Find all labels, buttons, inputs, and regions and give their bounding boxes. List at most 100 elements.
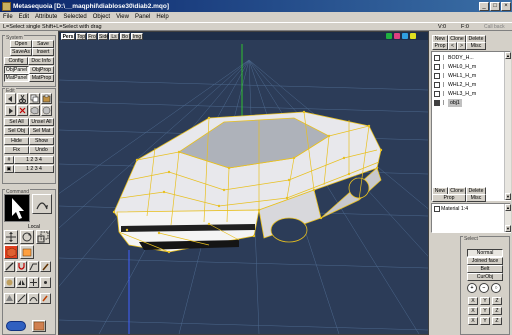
lock-icon[interactable]: | [441,73,446,79]
axis-x-toggle-2[interactable]: X [468,307,478,315]
callback-button[interactable]: Call back [484,24,505,30]
weld-tool-icon[interactable] [28,277,39,288]
obj-misc-button[interactable]: Misc [466,42,486,50]
bevel-tool-icon[interactable] [28,261,39,272]
fit-nav-icon[interactable] [410,33,416,39]
lock-icon[interactable]: | [441,55,446,61]
mat-panel-button[interactable]: MatPanel [4,74,29,82]
object-row-selected[interactable]: | obj1 [432,99,502,107]
object-row[interactable]: | WHL2_H_m [432,81,502,89]
sel-mat-button[interactable]: Sel Mat [29,127,54,135]
object-row[interactable]: | WHL3_H_m [432,90,502,98]
scroll-down-icon[interactable]: ▼ [505,225,511,232]
menu-file[interactable]: File [0,14,16,20]
obj-next-button[interactable]: > [457,42,466,50]
rotate-view-icon[interactable] [32,194,52,214]
visibility-checkbox[interactable] [434,55,440,61]
config-button[interactable]: Config [4,57,28,65]
material-row[interactable]: Material 1:4 [432,205,502,213]
select-belt-button[interactable]: Belt [467,265,503,273]
object-row[interactable]: | WHL0_H_m [432,63,502,71]
uv-tool-icon[interactable] [32,320,46,332]
select-joined-face-button[interactable]: Joined face [467,257,503,265]
mirror-tool-icon[interactable] [16,277,27,288]
map-badge-icon[interactable] [6,321,26,331]
tab-bo[interactable]: Bo [120,33,130,40]
sel-obj-button[interactable]: Sel Obj [4,127,29,135]
tab-ls[interactable]: Ls [109,33,119,40]
tab-pers[interactable]: Pers [61,33,75,40]
material-list-scrollbar[interactable]: ▲ ▼ [504,204,511,232]
object-row[interactable]: | WHL1_H_m [432,72,502,80]
mat-prop-button-r[interactable]: Prop [432,194,466,202]
rotate-nav-icon[interactable] [394,33,400,39]
tab-front[interactable]: Fro [87,33,97,40]
save-as-button[interactable]: SaveAs [10,48,32,56]
knife-tool-icon[interactable] [4,261,15,272]
axis-x-toggle[interactable]: X [468,297,478,305]
maximize-button[interactable]: □ [490,1,500,11]
select-normal-button[interactable]: Normal [467,249,503,257]
obj-panel-button[interactable]: ObjPanel [4,66,29,74]
scroll-up-icon[interactable]: ▲ [505,52,511,59]
minimize-button[interactable]: _ [479,1,489,11]
obj-prev-button[interactable]: < [448,42,457,50]
box-primitive-icon[interactable] [4,245,18,259]
3d-viewport[interactable]: Pers Top Fro Side Ls Bo Img [58,31,429,335]
obj-prop-button-r[interactable]: Prop [432,42,448,50]
visibility-checkbox[interactable] [434,73,440,79]
visibility-checkbox[interactable] [434,100,440,106]
doc-info-button[interactable]: Doc Info [28,57,54,65]
menu-attribute[interactable]: Attribute [32,14,60,20]
axis-z-toggle[interactable]: Z [492,297,502,305]
lock-icon[interactable]: | [441,82,446,88]
axis-z-toggle-2[interactable]: Z [492,307,502,315]
menu-edit[interactable]: Edit [16,14,32,20]
cube-icon[interactable] [29,105,40,116]
scale-tool-icon[interactable] [36,230,50,244]
select-arrow-tool[interactable] [4,194,30,222]
curve-tool-icon[interactable] [28,293,39,304]
vertex-tool-icon[interactable] [40,277,51,288]
zoom-nav-icon[interactable] [402,33,408,39]
delete-icon[interactable] [17,105,28,116]
undo-arrow-icon[interactable] [5,93,16,104]
object-row[interactable]: | BODY_H... [432,54,502,62]
select-add-icon[interactable]: + [467,283,477,293]
menu-panel[interactable]: Panel [132,14,153,20]
pen-tool-icon[interactable] [40,261,51,272]
close-button[interactable]: × [501,1,511,11]
visibility-checkbox[interactable] [434,91,440,97]
lock-icon[interactable]: | [441,91,446,97]
tab-top[interactable]: Top [76,33,86,40]
menu-selected[interactable]: Selected [60,14,89,20]
select-subtract-icon[interactable]: − [479,283,489,293]
axis-y-toggle-2[interactable]: Y [480,307,490,315]
select-toggle-icon[interactable]: ○ [491,283,501,293]
axis-z-toggle-3[interactable]: Z [492,317,502,325]
lock-icon[interactable]: | [441,100,446,106]
pan-nav-icon[interactable] [386,33,392,39]
hide-button[interactable]: Hide [4,137,29,145]
paste-icon[interactable] [41,93,52,104]
menu-view[interactable]: View [113,14,132,20]
move-tool-icon[interactable] [4,230,18,244]
paint-tool-icon[interactable] [4,277,15,288]
rotate-tool-icon[interactable] [20,230,34,244]
insert-button[interactable]: Insert [32,48,54,56]
obj-prop-button[interactable]: ObjProp [29,66,54,74]
layer-numbers-row1[interactable]: 1 2 3 4 [14,156,54,164]
tab-img[interactable]: Img [131,33,143,40]
lock-toggle-icon[interactable]: ▣ [4,165,14,173]
edge-tool-icon[interactable] [16,293,27,304]
axis-y-toggle[interactable]: Y [480,297,490,305]
axis-y-toggle-3[interactable]: Y [480,317,490,325]
fix-button[interactable]: Fix [4,146,29,154]
open-button[interactable]: Open [10,40,32,48]
cut-icon[interactable] [17,93,28,104]
visibility-checkbox[interactable] [434,64,440,70]
copy-icon[interactable] [29,93,40,104]
sphere-icon[interactable] [41,105,52,116]
redo-arrow-icon[interactable] [5,105,16,116]
mat-misc-button[interactable]: Misc [466,194,486,202]
